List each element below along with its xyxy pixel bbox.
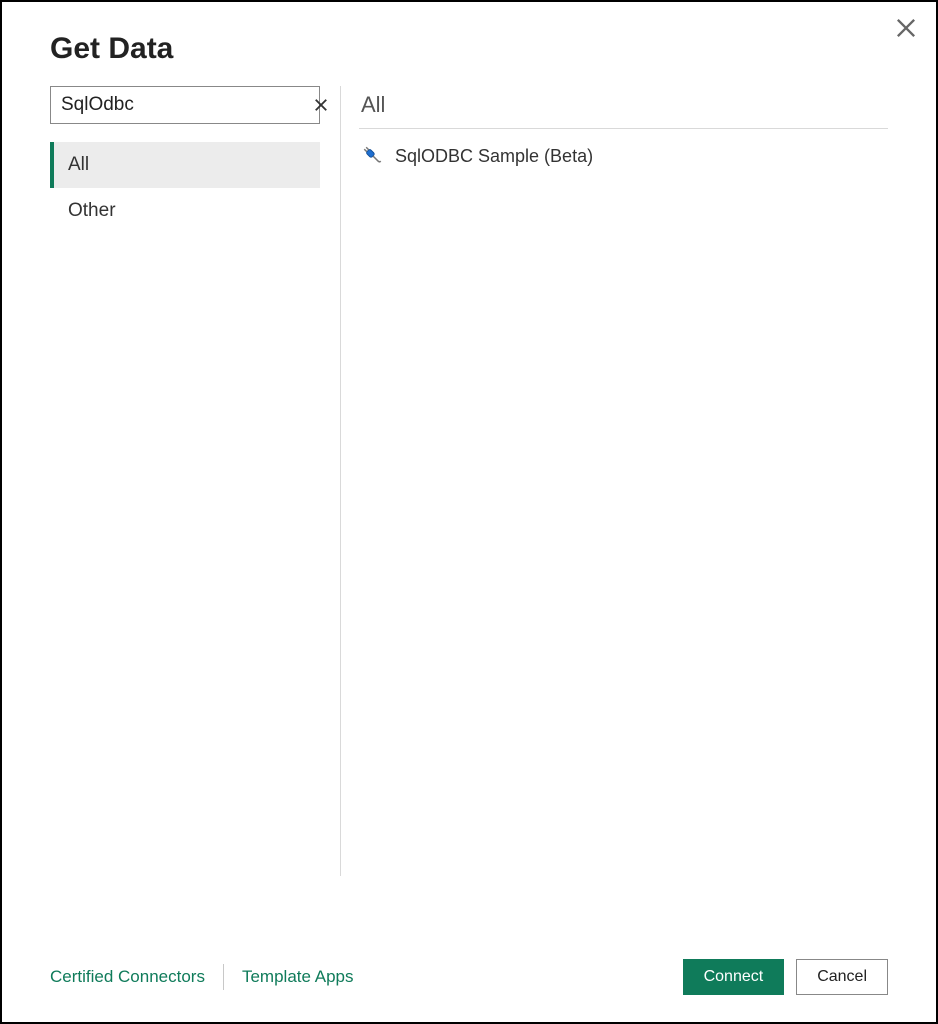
cancel-button[interactable]: Cancel [796, 959, 888, 995]
right-panel: All SqlODBC Sample (Beta) [359, 86, 888, 932]
certified-connectors-link[interactable]: Certified Connectors [50, 967, 205, 987]
category-label: All [68, 154, 89, 175]
connect-button[interactable]: Connect [683, 959, 785, 995]
get-data-dialog: Get Data All Other [0, 0, 938, 1024]
category-item-all[interactable]: All [50, 142, 320, 188]
footer-links: Certified Connectors Template Apps [50, 964, 353, 990]
template-apps-link[interactable]: Template Apps [242, 967, 354, 987]
left-panel: All Other [50, 86, 320, 932]
footer-separator [223, 964, 224, 990]
plug-icon [359, 145, 387, 167]
results-header: All [359, 86, 888, 129]
category-item-other[interactable]: Other [50, 188, 320, 234]
connector-item-sqlodbc-sample[interactable]: SqlODBC Sample (Beta) [359, 141, 888, 171]
close-icon[interactable] [892, 14, 920, 42]
dialog-body: All Other All [2, 86, 936, 932]
search-input[interactable] [51, 90, 312, 120]
connector-label: SqlODBC Sample (Beta) [395, 146, 593, 167]
search-wrap [50, 86, 320, 124]
dialog-title: Get Data [2, 2, 936, 86]
vertical-divider [340, 86, 341, 876]
clear-search-icon[interactable] [312, 90, 330, 120]
dialog-footer: Certified Connectors Template Apps Conne… [2, 932, 936, 1022]
category-list: All Other [50, 142, 320, 234]
category-label: Other [68, 200, 116, 221]
